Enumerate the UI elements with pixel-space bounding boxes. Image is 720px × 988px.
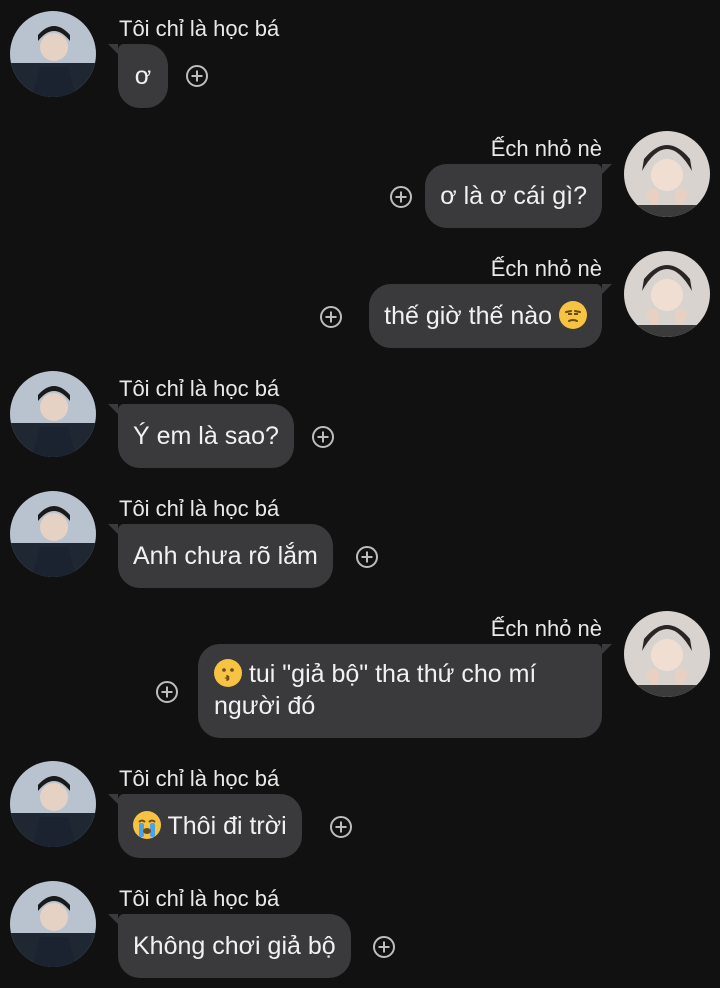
add-reaction-icon[interactable] (320, 306, 342, 328)
avatar-hoc-ba[interactable] (10, 491, 96, 577)
message-bubble[interactable]: tui "giả bộ" tha thứ cho mí người đó (198, 644, 602, 738)
add-reaction-icon[interactable] (330, 816, 352, 838)
avatar-hoc-ba[interactable] (10, 761, 96, 847)
bubble-tail (108, 44, 118, 54)
message-text: người đó (214, 692, 316, 720)
sender-name: Ếch nhỏ nè (490, 136, 602, 161)
bubble-tail (602, 284, 612, 294)
sender-name: Ếch nhỏ nè (490, 256, 602, 281)
message-bubble[interactable]: Anh chưa rõ lắm (118, 524, 333, 588)
sender-name: Tôi chỉ là học bá (119, 376, 280, 401)
message-text: ơ (134, 62, 152, 90)
unamused-emoji-icon (559, 301, 587, 329)
message-bubble[interactable]: ơ (118, 44, 168, 108)
bubble-tail (602, 644, 612, 654)
avatar-hoc-ba[interactable] (10, 881, 96, 967)
message-text: thế giờ thế nào (384, 302, 553, 330)
avatar-ech-nho[interactable] (624, 131, 710, 217)
bubble-tail (108, 914, 118, 924)
sender-name: Tôi chỉ là học bá (119, 886, 280, 911)
message-bubble[interactable]: Ý em là sao? (118, 404, 294, 468)
bubble-tail (602, 164, 612, 174)
sender-name: Tôi chỉ là học bá (119, 16, 280, 41)
add-reaction-icon[interactable] (312, 426, 334, 448)
sender-name: Tôi chỉ là học bá (119, 766, 280, 791)
avatar-hoc-ba[interactable] (10, 371, 96, 457)
add-reaction-icon[interactable] (186, 65, 208, 87)
add-reaction-icon[interactable] (156, 681, 178, 703)
message-text: Ý em là sao? (133, 422, 279, 450)
add-reaction-icon[interactable] (373, 936, 395, 958)
bubble-tail (108, 404, 118, 414)
add-reaction-icon[interactable] (390, 186, 412, 208)
loudly-crying-emoji-icon (133, 811, 161, 839)
avatar-ech-nho[interactable] (624, 611, 710, 697)
message-text: Anh chưa rõ lắm (133, 542, 318, 570)
sender-name: Ếch nhỏ nè (490, 616, 602, 641)
message-bubble[interactable]: ơ là ơ cái gì? (425, 164, 602, 228)
message-bubble[interactable]: Thôi đi trời (118, 794, 302, 858)
bubble-tail (108, 524, 118, 534)
message-text: Thôi đi trời (167, 812, 287, 840)
avatar-hoc-ba[interactable] (10, 11, 96, 97)
message-text: Không chơi giả bộ (133, 932, 336, 960)
bubble-tail (108, 794, 118, 804)
kissing-emoji-icon (214, 659, 242, 687)
avatar-ech-nho[interactable] (624, 251, 710, 337)
sender-name: Tôi chỉ là học bá (119, 496, 280, 521)
message-text: tui "giả bộ" tha thứ cho mí (248, 660, 537, 688)
message-bubble[interactable]: Không chơi giả bộ (118, 914, 351, 978)
message-text: ơ là ơ cái gì? (440, 182, 587, 210)
message-bubble[interactable]: thế giờ thế nào (369, 284, 602, 348)
add-reaction-icon[interactable] (356, 546, 378, 568)
